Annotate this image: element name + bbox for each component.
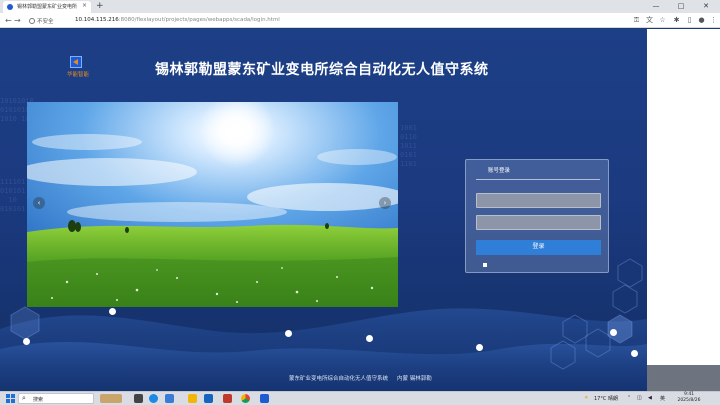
page-title: 锡林郭勒盟蒙东矿业变电所综合自动化无人值守系统 (155, 62, 489, 78)
binary-decoration: 1001 0110 1011 0101 1101 (400, 124, 417, 168)
login-panel: 账号登录 登录 (465, 159, 609, 273)
company-logo: 华能智能 (60, 56, 96, 80)
security-label: 不安全 (37, 19, 54, 25)
search-icon: ⌕ (22, 394, 26, 402)
os-taskbar: ⌕ 搜索 ☀ 17°C 晴朗 ⌃ ◫ ◀ 英 9:41 2025/8/26 (0, 391, 720, 405)
profile-icon[interactable]: ● (697, 16, 706, 25)
tab-favicon-icon (7, 4, 13, 10)
remember-checkbox[interactable] (483, 263, 487, 267)
wave-node-dot (366, 335, 373, 342)
url-path: :8080/flexlayout/projects/pages/webapps/… (118, 17, 280, 23)
address-toolbar: ← → 不安全 10.104.115.216:8080/flexlayout/p… (0, 13, 720, 28)
extensions-icon[interactable]: ✱ (672, 16, 681, 25)
outlook-icon[interactable] (260, 394, 269, 403)
wave-node-dot (109, 308, 116, 315)
file-explorer-icon[interactable] (188, 394, 197, 403)
ime-indicator[interactable]: 英 (660, 395, 665, 402)
login-button[interactable]: 登录 (476, 240, 601, 255)
forward-button[interactable]: → (14, 15, 21, 26)
tab-account-login[interactable]: 账号登录 (488, 166, 510, 174)
app-icon[interactable] (223, 394, 232, 403)
carousel-prev-button[interactable]: ‹ (33, 197, 45, 209)
login-page: 10101010 01010101 1010 10 111101 010101 10 01… (0, 29, 647, 391)
volume-icon[interactable]: ◀ (648, 395, 652, 401)
windows-start-icon[interactable] (6, 394, 15, 403)
weather-icon: ☀ (584, 395, 589, 401)
taskbar-search-placeholder: 搜索 (33, 397, 44, 403)
app-icon[interactable] (204, 394, 213, 403)
maximize-window-button[interactable]: □ (670, 0, 692, 13)
tab-underline (476, 179, 600, 180)
network-icon[interactable]: ◫ (637, 395, 642, 401)
chrome-icon[interactable] (241, 394, 250, 403)
tab-close-icon[interactable]: × (82, 2, 87, 9)
new-tab-button[interactable]: + (96, 1, 104, 11)
logo-mark-icon (70, 56, 82, 68)
menu-icon[interactable]: ⋮ (709, 16, 718, 25)
security-indicator[interactable]: 不安全 (29, 17, 54, 25)
taskbar-widget-image[interactable] (100, 394, 122, 403)
minimize-window-button[interactable]: — (645, 0, 667, 13)
taskbar-clock[interactable]: 9:41 2025/8/26 (674, 392, 704, 404)
weather-status[interactable]: 17°C 晴朗 (594, 395, 618, 402)
password-input[interactable] (476, 215, 601, 230)
image-carousel[interactable]: ‹ › (27, 102, 398, 307)
key-icon[interactable]: ⚿ (632, 16, 641, 25)
taskbar-search[interactable]: ⌕ 搜索 (18, 393, 94, 404)
carousel-next-button[interactable]: › (379, 197, 391, 209)
clock-date: 2025/8/26 (677, 398, 701, 403)
carousel-landscape-image (27, 102, 398, 307)
tray-chevron-icon[interactable]: ⌃ (627, 395, 631, 401)
wave-node-dot (476, 344, 483, 351)
footer-system-name: 蒙东矿业变电所综合自动化无人值守系统 (289, 376, 389, 382)
logo-text: 华能智能 (66, 72, 89, 78)
wave-node-dot (285, 330, 292, 337)
task-view-icon[interactable] (134, 394, 143, 403)
page-blank-area (647, 29, 720, 365)
sidebar-icon[interactable]: ▯ (685, 16, 694, 25)
browser-tab-strip: 锡林郭勒盟蒙东矿业变电所综合 × + — □ ✕ (0, 0, 720, 13)
browser-tab[interactable]: 锡林郭勒盟蒙东矿业变电所综合 × (3, 1, 91, 13)
username-input[interactable] (476, 193, 601, 208)
footer-location: 内蒙 锡林郭勒 (397, 376, 432, 382)
back-button[interactable]: ← (5, 15, 12, 26)
wave-node-dot (23, 338, 30, 345)
wave-node-dot (610, 329, 617, 336)
page-gray-band (647, 365, 720, 391)
tab-title: 锡林郭勒盟蒙东矿业变电所综合 (17, 4, 77, 10)
url-field[interactable]: 10.104.115.216:8080/flexlayout/projects/… (75, 17, 280, 23)
warning-icon (29, 18, 35, 24)
star-icon[interactable]: ☆ (658, 16, 667, 25)
wave-node-dot (631, 350, 638, 357)
translate-icon[interactable]: 文 (645, 16, 654, 25)
store-icon[interactable] (165, 394, 174, 403)
edge-browser-icon[interactable] (149, 394, 158, 403)
close-window-button[interactable]: ✕ (695, 0, 717, 13)
url-host: 10.104.115.216 (75, 17, 119, 23)
